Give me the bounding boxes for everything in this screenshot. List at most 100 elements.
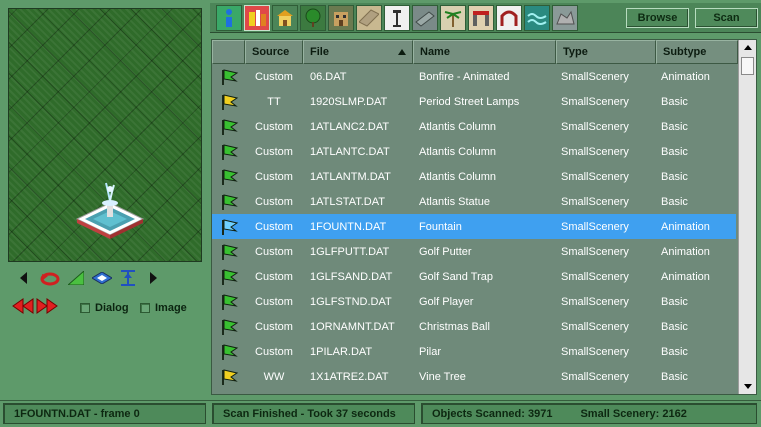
green-flag-icon <box>222 118 239 135</box>
scroll-thumb[interactable] <box>741 57 754 75</box>
source-cell: Custom <box>255 220 293 233</box>
column-header-subtype[interactable]: Subtype <box>656 40 738 64</box>
subtype-cell: Basic <box>661 195 688 208</box>
palm-icon <box>444 11 462 27</box>
sort-ascending-icon <box>398 49 406 55</box>
browse-button[interactable]: Browse <box>626 8 689 28</box>
source-cell: Custom <box>255 170 293 183</box>
table-scrollbar[interactable] <box>738 40 756 394</box>
object-type-toolbar: Browse Scan <box>210 3 761 33</box>
slope-button[interactable] <box>66 268 86 288</box>
green-flag-icon <box>222 268 239 285</box>
status-small-scenery: Small Scenery: 2162 <box>580 407 687 420</box>
green-flag-icon <box>222 343 239 360</box>
file-cell: 1ATLSTAT.DAT <box>310 195 385 208</box>
rewind-button[interactable] <box>12 298 34 317</box>
tool-park-entrance[interactable] <box>468 5 494 31</box>
fast-forward-icon <box>36 298 58 314</box>
tool-trees[interactable] <box>300 5 326 31</box>
yellow-flag-icon <box>222 368 239 385</box>
arrow-left-icon <box>20 272 27 284</box>
type-cell: SmallScenery <box>561 345 629 358</box>
yellow-flag-icon <box>222 93 239 110</box>
green-flag-icon <box>222 318 239 335</box>
source-cell: Custom <box>255 270 293 283</box>
type-cell: SmallScenery <box>561 120 629 133</box>
rewind-icon <box>12 298 34 314</box>
tool-paths[interactable] <box>356 5 382 31</box>
tool-rides[interactable] <box>244 5 270 31</box>
dialog-checkbox[interactable]: Dialog <box>80 302 129 314</box>
tool-entrances[interactable] <box>496 5 522 31</box>
tool-walls[interactable] <box>412 5 438 31</box>
table-row[interactable]: Custom 1ATLANC2.DAT Atlantis Column SmallSc… <box>212 114 736 139</box>
table-row[interactable]: Custom 1ATLANTC.DAT Atlantis Column SmallSc… <box>212 139 736 164</box>
green-flag-icon <box>222 218 239 235</box>
scroll-up-icon <box>743 45 752 50</box>
rotate-icon <box>40 272 60 286</box>
table-row[interactable]: Custom 1GLFPUTT.DAT Golf Putter SmallScener… <box>212 239 736 264</box>
tool-path-items[interactable] <box>384 5 410 31</box>
tool-water[interactable] <box>524 5 550 31</box>
tool-info[interactable] <box>216 5 242 31</box>
table-row[interactable]: Custom 1FOUNTN.DAT Fountain SmallScenery Ani… <box>212 214 736 239</box>
status-scan-result: Scan Finished - Took 37 seconds <box>212 403 415 424</box>
scan-button[interactable]: Scan <box>695 8 758 28</box>
height-button[interactable] <box>118 268 138 288</box>
name-cell: Golf Player <box>419 295 474 308</box>
table-row[interactable]: Custom 1ATLSTAT.DAT Atlantis Statue SmallSc… <box>212 189 736 214</box>
tool-terrain[interactable] <box>552 5 578 31</box>
prev-frame-button[interactable] <box>14 268 34 288</box>
file-cell: 1GLFSTND.DAT <box>310 295 392 308</box>
name-cell: Fountain <box>419 220 462 233</box>
file-cell: 1PILAR.DAT <box>310 345 373 358</box>
table-row[interactable]: TT 1920SLMP.DAT Period Street Lamps SmallSc… <box>212 89 736 114</box>
name-cell: Pilar <box>419 345 442 358</box>
green-flag-icon <box>222 293 239 310</box>
column-header-name[interactable]: Name <box>413 40 556 64</box>
scroll-down-button[interactable] <box>739 379 756 394</box>
source-cell: Custom <box>255 295 293 308</box>
row-icon-cell <box>218 164 240 189</box>
scroll-down-icon <box>743 384 752 389</box>
scroll-up-button[interactable] <box>739 40 756 55</box>
tool-buildings[interactable] <box>328 5 354 31</box>
row-icon-cell <box>218 264 240 289</box>
table-row[interactable]: Custom 1ORNAMNT.DAT Christmas Ball SmallSce… <box>212 314 736 339</box>
dialog-checkbox-box[interactable] <box>80 303 90 313</box>
file-cell: 1GLFPUTT.DAT <box>310 245 390 258</box>
subtype-cell: Animation <box>661 270 710 283</box>
type-cell: SmallScenery <box>561 145 629 158</box>
name-cell: Atlantis Column <box>419 120 497 133</box>
table-row[interactable]: Custom 1GLFSAND.DAT Golf Sand Trap SmallSce… <box>212 264 736 289</box>
column-header-type[interactable]: Type <box>556 40 656 64</box>
water-button[interactable] <box>92 268 112 288</box>
tool-shops[interactable] <box>272 5 298 31</box>
column-header-file[interactable]: File <box>303 40 413 64</box>
fast-forward-button[interactable] <box>36 298 58 317</box>
type-cell: SmallScenery <box>561 370 629 383</box>
type-cell: SmallScenery <box>561 295 629 308</box>
tool-scenery-groups[interactable] <box>440 5 466 31</box>
file-cell: 1GLFSAND.DAT <box>310 270 393 283</box>
type-cell: SmallScenery <box>561 95 629 108</box>
row-icon-cell <box>218 364 240 389</box>
row-icon-cell <box>218 289 240 314</box>
rotate-button[interactable] <box>40 268 60 288</box>
table-row[interactable]: WW 1X1ATRE2.DAT Vine Tree SmallScenery Basic <box>212 364 736 389</box>
column-header-icon[interactable] <box>212 40 245 64</box>
column-header-source[interactable]: Source <box>245 40 303 64</box>
type-cell: SmallScenery <box>561 70 629 83</box>
shop-icon <box>277 10 293 26</box>
table-row[interactable]: Custom 1ATLANTM.DAT Atlantis Column SmallSc… <box>212 164 736 189</box>
source-cell: Custom <box>255 245 293 258</box>
slope-icon <box>68 271 84 285</box>
table-row[interactable]: Custom 06.DAT Bonfire - Animated SmallScene… <box>212 64 736 89</box>
image-checkbox-box[interactable] <box>140 303 150 313</box>
source-cell: Custom <box>255 195 293 208</box>
subtype-cell: Basic <box>661 320 688 333</box>
image-checkbox[interactable]: Image <box>140 302 187 314</box>
next-frame-button[interactable] <box>144 268 164 288</box>
table-row[interactable]: Custom 1PILAR.DAT Pilar SmallScenery Basic <box>212 339 736 364</box>
table-row[interactable]: Custom 1GLFSTND.DAT Golf Player SmallScener… <box>212 289 736 314</box>
